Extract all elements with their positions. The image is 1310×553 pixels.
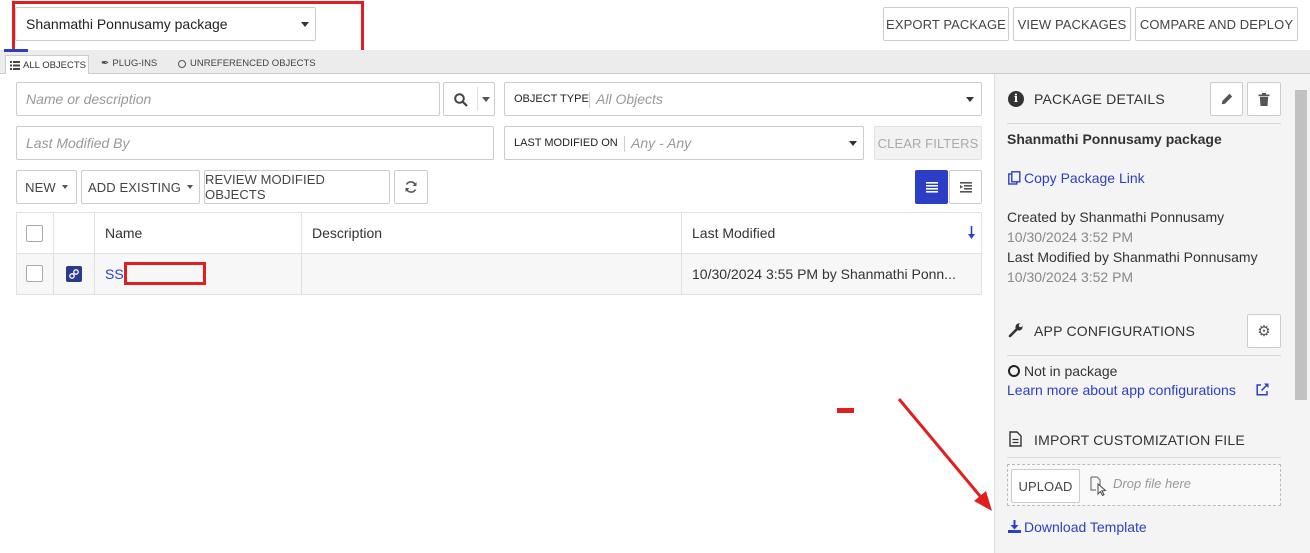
modified-by-placeholder: Last Modified By <box>26 135 130 151</box>
created-on: 10/30/2024 3:52 PM <box>1007 229 1134 245</box>
modified-on-value: Any - Any <box>631 135 692 151</box>
tab-plugins[interactable]: ✒ PLUG-INS <box>101 58 157 69</box>
tab-all-objects-label: ALL OBJECTS <box>23 59 87 71</box>
search-input[interactable]: Name or description <box>16 82 440 116</box>
chevron-down-icon <box>849 141 857 146</box>
tab-unreferenced-label: UNREFERENCED OBJECTS <box>190 58 316 69</box>
clear-filters-button[interactable]: CLEAR FILTERS <box>874 126 982 160</box>
chevron-down-icon <box>966 97 974 102</box>
view-packages-button[interactable]: VIEW PACKAGES <box>1013 7 1131 41</box>
modified-by: Last Modified by Shanmathi Ponnusamy <box>1007 249 1258 265</box>
list-view-button[interactable] <box>915 170 948 204</box>
plug-icon: ✒ <box>101 58 110 69</box>
modified-on: 10/30/2024 3:52 PM <box>1007 269 1134 285</box>
search-options-caret <box>482 97 490 102</box>
column-header-name[interactable]: Name <box>105 225 142 241</box>
view-packages-label: VIEW PACKAGES <box>1017 16 1127 32</box>
list-view-icon <box>925 181 938 193</box>
wrench-icon <box>1008 323 1023 338</box>
pencil-icon <box>1221 93 1232 105</box>
export-package-label: EXPORT PACKAGE <box>886 16 1006 32</box>
object-type-icon <box>66 266 82 282</box>
select-all-checkbox[interactable] <box>26 225 43 242</box>
compare-deploy-button[interactable]: COMPARE AND DEPLOY <box>1135 7 1298 41</box>
list-icon <box>10 60 20 70</box>
package-details-title: PACKAGE DETAILS <box>1034 91 1165 107</box>
review-modified-button[interactable]: REVIEW MODIFIED OBJECTS <box>204 170 390 204</box>
table-header-row <box>17 213 981 253</box>
review-modified-label: REVIEW MODIFIED OBJECTS <box>205 172 325 202</box>
import-title: IMPORT CUSTOMIZATION FILE <box>1034 432 1245 448</box>
file-drop-icon <box>1090 476 1107 496</box>
copy-icon <box>1008 171 1021 185</box>
tab-plugins-label: PLUG-INS <box>112 58 158 69</box>
add-existing-label: ADD EXISTING <box>88 179 181 195</box>
tab-unreferenced[interactable]: UNREFERENCED OBJECTS <box>178 58 316 69</box>
row-checkbox[interactable] <box>26 265 43 282</box>
object-type-select[interactable]: OBJECT TYPE All Objects <box>504 82 982 116</box>
tree-view-icon <box>959 181 972 193</box>
column-header-last-modified[interactable]: Last Modified <box>692 225 775 241</box>
refresh-button[interactable] <box>394 170 428 204</box>
refresh-icon <box>405 181 417 193</box>
app-config-settings-button[interactable]: ⚙ <box>1247 314 1281 348</box>
modified-on-select[interactable]: LAST MODIFIED ON Any - Any <box>504 126 864 160</box>
edit-package-button[interactable] <box>1210 82 1243 116</box>
sort-arrow-down-icon[interactable] <box>967 226 976 240</box>
status-circle-icon <box>1008 365 1020 377</box>
row-name-link[interactable]: SS <box>105 266 124 282</box>
annotation-box-package <box>12 1 364 57</box>
circle-icon <box>178 59 186 68</box>
new-label: NEW <box>25 179 56 195</box>
upload-label: UPLOAD <box>1018 478 1073 494</box>
row-last-modified: 10/30/2024 3:55 PM by Shanmathi Ponn... <box>692 266 956 282</box>
package-name: Shanmathi Ponnusamy package <box>1007 131 1222 147</box>
modified-by-input[interactable]: Last Modified By <box>16 126 494 160</box>
chevron-down-icon <box>186 185 193 189</box>
annotation-dash <box>837 408 854 413</box>
object-type-label: OBJECT TYPE <box>514 93 589 105</box>
add-existing-button[interactable]: ADD EXISTING <box>81 170 200 204</box>
delete-package-button[interactable] <box>1247 82 1281 116</box>
tab-all-objects[interactable]: ALL OBJECTS <box>5 55 89 74</box>
download-icon <box>1008 520 1021 533</box>
tree-view-button[interactable] <box>949 170 982 204</box>
upload-button[interactable]: UPLOAD <box>1011 469 1080 503</box>
search-icon <box>454 93 468 107</box>
drop-placeholder: Drop file here <box>1113 476 1192 491</box>
created-by: Created by Shanmathi Ponnusamy <box>1007 209 1225 225</box>
chevron-down-icon <box>61 185 68 189</box>
sidebar-scrollbar[interactable] <box>1295 90 1307 400</box>
clear-filters-label: CLEAR FILTERS <box>877 135 979 151</box>
annotation-arrow <box>897 398 992 511</box>
file-icon <box>1009 431 1022 447</box>
object-type-value: All Objects <box>596 91 663 107</box>
compare-deploy-label: COMPARE AND DEPLOY <box>1139 16 1294 32</box>
annotation-box-name <box>124 262 206 285</box>
copy-package-link[interactable]: Copy Package Link <box>1024 170 1145 186</box>
column-header-description[interactable]: Description <box>312 225 382 241</box>
trash-icon <box>1258 92 1270 106</box>
app-config-title: APP CONFIGURATIONS <box>1034 323 1195 339</box>
search-button[interactable] <box>443 82 495 116</box>
new-button[interactable]: NEW <box>16 170 77 204</box>
tab-active-indicator <box>4 49 28 52</box>
info-icon: i <box>1008 91 1024 107</box>
gear-icon: ⚙ <box>1257 323 1271 340</box>
modified-on-label: LAST MODIFIED ON <box>514 137 618 149</box>
export-package-button[interactable]: EXPORT PACKAGE <box>883 7 1009 41</box>
app-config-status: Not in package <box>1024 363 1118 379</box>
learn-more-link[interactable]: Learn more about app configurations <box>1007 382 1236 398</box>
search-placeholder: Name or description <box>26 91 152 107</box>
download-template-link[interactable]: Download Template <box>1024 519 1147 535</box>
external-link-icon[interactable] <box>1256 383 1269 396</box>
